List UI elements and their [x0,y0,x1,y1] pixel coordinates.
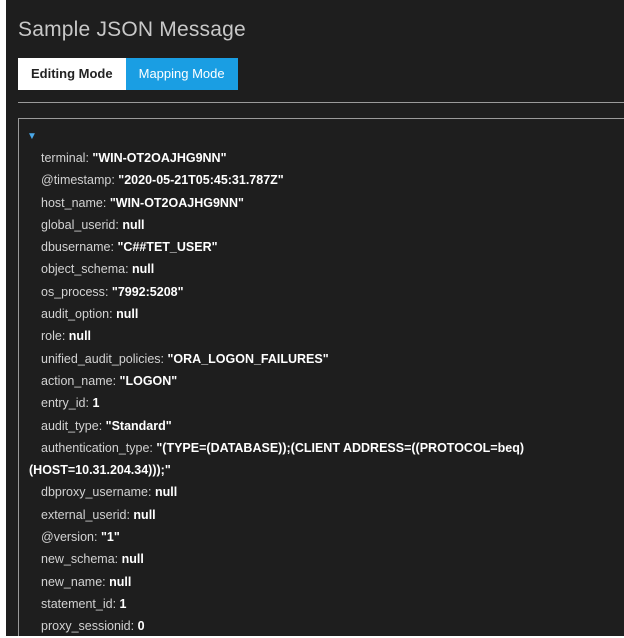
json-line[interactable]: dbproxy_username: null [19,481,619,503]
json-value: "Standard" [105,418,172,433]
json-value: (HOST=10.31.204.34)));" [29,463,171,478]
json-key: @timestamp [41,173,112,188]
json-line[interactable]: entry_id: 1 [19,392,619,414]
json-line[interactable]: audit_type: "Standard" [19,415,619,437]
json-lines: terminal: "WIN-OT2OAJHG9NN" @timestamp: "… [19,147,619,638]
mode-tabs: Editing Mode Mapping Mode [18,58,238,90]
collapse-toggle-icon[interactable]: ▼ [27,131,37,142]
json-separator: : [98,418,106,433]
json-key: authentication_type [41,440,150,455]
json-line[interactable]: (HOST=10.31.204.34)));" [19,459,619,481]
json-line[interactable]: dbusername: "C##TET_USER" [19,236,619,258]
json-key: terminal [41,151,86,165]
json-separator: : [130,619,138,634]
json-value: null [122,217,145,232]
json-key: role [41,329,62,344]
sample-json-panel: Sample JSON Message Editing Mode Mapping… [0,0,624,636]
json-value: "2020-05-21T05:45:31.787Z" [118,173,284,188]
json-value: null [154,485,178,500]
json-value: 1 [92,396,100,411]
json-line[interactable]: unified_audit_policies: "ORA_LOGON_FAILU… [19,348,619,370]
json-value: "7992:5208" [111,284,184,299]
json-key: entry_id [41,396,86,411]
json-line[interactable]: os_process: "7992:5208" [19,281,619,303]
json-key: new_schema [41,552,115,567]
json-line[interactable]: terminal: "WIN-OT2OAJHG9NN" [19,147,619,169]
json-value: null [133,507,156,522]
json-key: object_schema [41,262,126,277]
json-line[interactable]: object_schema: null [19,258,619,280]
json-value: 0 [137,619,145,634]
json-line[interactable]: @version: "1" [19,526,619,548]
json-key: action_name [41,373,113,388]
json-key: external_userid [41,507,127,522]
json-line[interactable]: authentication_type: "(TYPE=(DATABASE));… [19,437,619,459]
json-value: null [116,307,139,322]
json-line[interactable]: host_name: "WIN-OT2OAJHG9NN" [19,192,619,214]
json-value: "C##TET_USER" [117,240,218,255]
json-key: unified_audit_policies [41,351,161,366]
json-value: 1 [119,596,127,611]
json-key: proxy_sessionid [41,619,131,634]
json-viewer: ▼ terminal: "WIN-OT2OAJHG9NN" @timestamp:… [6,108,624,636]
json-value: "ORA_LOGON_FAILURES" [167,351,329,366]
json-separator: : [94,530,101,545]
json-separator: : [104,284,112,299]
json-value: "1" [100,530,120,545]
json-line[interactable]: @timestamp: "2020-05-21T05:45:31.787Z" [19,169,619,191]
json-key: new_name [41,574,103,589]
json-value: null [132,262,155,277]
json-separator: : [102,195,110,210]
json-key: os_process [41,284,105,299]
tab-mapping-mode[interactable]: Mapping Mode [125,58,238,90]
json-key: host_name [41,195,103,210]
json-value: null [68,329,92,344]
json-line[interactable]: proxy_sessionid: 0 [19,615,619,637]
json-value: "LOGON" [119,373,178,388]
json-line[interactable]: role: null [19,325,619,347]
json-separator: : [61,329,69,344]
json-line[interactable]: new_schema: null [19,548,619,570]
json-line[interactable]: action_name: "LOGON" [19,370,619,392]
json-line[interactable]: external_userid: null [19,504,619,526]
json-key: audit_type [41,418,99,433]
json-separator: : [125,262,133,277]
json-line[interactable]: audit_option: null [19,303,619,325]
json-key: dbproxy_username [41,485,149,500]
json-separator: : [114,552,122,567]
json-line[interactable]: new_name: null [19,571,619,593]
json-key: audit_option [41,307,110,322]
json-separator: : [148,485,155,500]
panel-title: Sample JSON Message [18,18,246,41]
panel-header: Sample JSON Message Editing Mode Mapping… [6,0,624,108]
json-key: statement_id [41,596,113,611]
json-line[interactable]: global_userid: null [19,214,619,236]
json-key: dbusername [41,240,111,255]
json-key: global_userid [41,217,116,232]
json-separator: : [112,373,120,388]
tab-editing-mode[interactable]: Editing Mode [18,58,126,90]
json-value: null [121,552,144,567]
json-value: "WIN-OT2OAJHG9NN" [109,195,244,210]
json-separator: : [112,596,120,611]
json-key: @version [41,530,94,545]
json-tree: ▼ terminal: "WIN-OT2OAJHG9NN" @timestamp:… [18,118,624,636]
json-line[interactable]: statement_id: 1 [19,593,619,615]
header-divider [18,102,624,103]
json-value: "WIN-OT2OAJHG9NN" [92,151,227,165]
json-value: null [109,574,132,589]
json-value: "(TYPE=(DATABASE));(CLIENT ADDRESS=((PRO… [156,440,524,455]
